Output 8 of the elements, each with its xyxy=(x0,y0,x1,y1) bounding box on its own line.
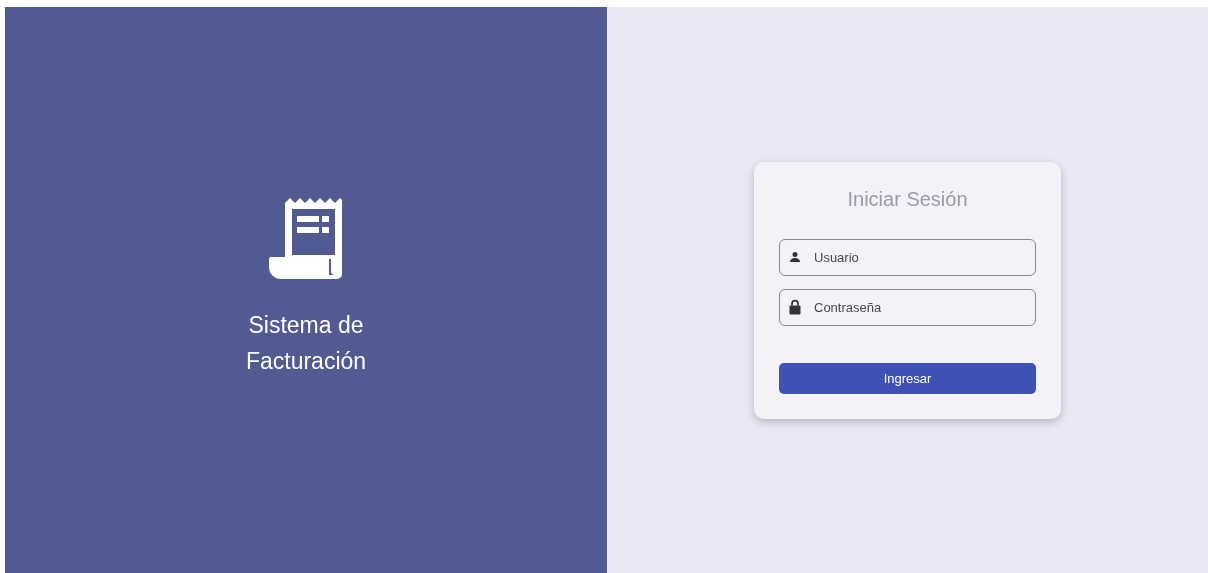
username-field[interactable]: Usuario xyxy=(779,238,1036,276)
login-button[interactable]: Ingresar xyxy=(779,362,1036,394)
lock-icon xyxy=(789,299,801,315)
user-icon xyxy=(789,251,801,263)
receipt-icon xyxy=(269,197,343,279)
password-field[interactable]: Contraseña xyxy=(779,288,1036,326)
login-title: Iniciar Sesión xyxy=(847,187,968,211)
app-title: Sistema de Facturación xyxy=(244,311,368,376)
